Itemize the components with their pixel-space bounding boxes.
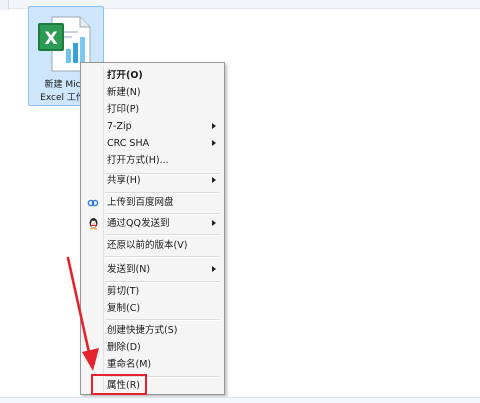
menu-item-7zip[interactable]: 7-Zip <box>83 118 222 135</box>
menu-item-label: 7-Zip <box>107 121 132 132</box>
menu-item-label: 删除(D) <box>107 342 141 353</box>
explorer-window: X 新建 Micro Excel 工作表 打开(O) 新建(N) 打印(P) 7… <box>0 0 480 403</box>
submenu-arrow-icon <box>212 140 216 146</box>
menu-item-upload-baidu[interactable]: 上传到百度网盘 <box>83 194 222 211</box>
menu-item-rename[interactable]: 重命名(M) <box>83 356 222 373</box>
menu-separator <box>105 319 220 321</box>
menu-item-label: 重命名(M) <box>107 359 152 370</box>
menu-item-delete[interactable]: 删除(D) <box>83 339 222 356</box>
menu-item-restore-previous-versions[interactable]: 还原以前的版本(V) <box>83 237 222 254</box>
baidu-netdisk-icon <box>83 194 103 211</box>
menu-item-send-to[interactable]: 发送到(N) <box>83 261 222 278</box>
menu-item-label: 创建快捷方式(S) <box>107 325 178 336</box>
menu-item-label: 上传到百度网盘 <box>107 197 174 208</box>
navigation-pane-edge <box>0 0 9 10</box>
submenu-arrow-icon <box>212 266 216 272</box>
menu-item-label: 新建(N) <box>107 87 141 98</box>
excel-icon-letter: X <box>44 29 57 49</box>
menu-item-cut[interactable]: 剪切(T) <box>83 283 222 300</box>
status-bar-strip <box>0 397 480 403</box>
menu-item-crc-sha[interactable]: CRC SHA <box>83 135 222 152</box>
menu-item-label: 通过QQ发送到 <box>107 218 170 229</box>
menu-item-label: 还原以前的版本(V) <box>107 240 188 251</box>
menu-item-label: 打开(O) <box>107 70 143 81</box>
annotation-highlight-box <box>91 374 147 395</box>
menu-item-create-shortcut[interactable]: 创建快捷方式(S) <box>83 322 222 339</box>
menu-separator <box>105 256 220 258</box>
menu-item-label: 共享(H) <box>107 175 141 186</box>
qq-penguin-icon <box>83 215 103 232</box>
menu-item-print[interactable]: 打印(P) <box>83 101 222 118</box>
menu-item-send-via-qq[interactable]: 通过QQ发送到 <box>83 215 222 232</box>
menu-item-label: CRC SHA <box>107 138 150 149</box>
menu-item-open-with[interactable]: 打开方式(H)... <box>83 152 222 169</box>
submenu-arrow-icon <box>212 123 216 129</box>
menu-item-new[interactable]: 新建(N) <box>83 84 222 101</box>
menu-item-label: 发送到(N) <box>107 264 151 275</box>
menu-item-label: 打开方式(H)... <box>107 155 169 166</box>
context-menu: 打开(O) 新建(N) 打印(P) 7-Zip CRC SHA 打开方式(H).… <box>80 62 225 395</box>
menu-item-label: 打印(P) <box>107 104 140 115</box>
menu-item-share[interactable]: 共享(H) <box>83 172 222 189</box>
submenu-arrow-icon <box>212 177 216 183</box>
menu-item-label: 复制(C) <box>107 303 141 314</box>
submenu-arrow-icon <box>212 220 216 226</box>
menu-separator <box>105 234 220 236</box>
menu-item-open[interactable]: 打开(O) <box>83 67 222 84</box>
menu-item-copy[interactable]: 复制(C) <box>83 300 222 317</box>
menu-item-label: 剪切(T) <box>107 286 140 297</box>
